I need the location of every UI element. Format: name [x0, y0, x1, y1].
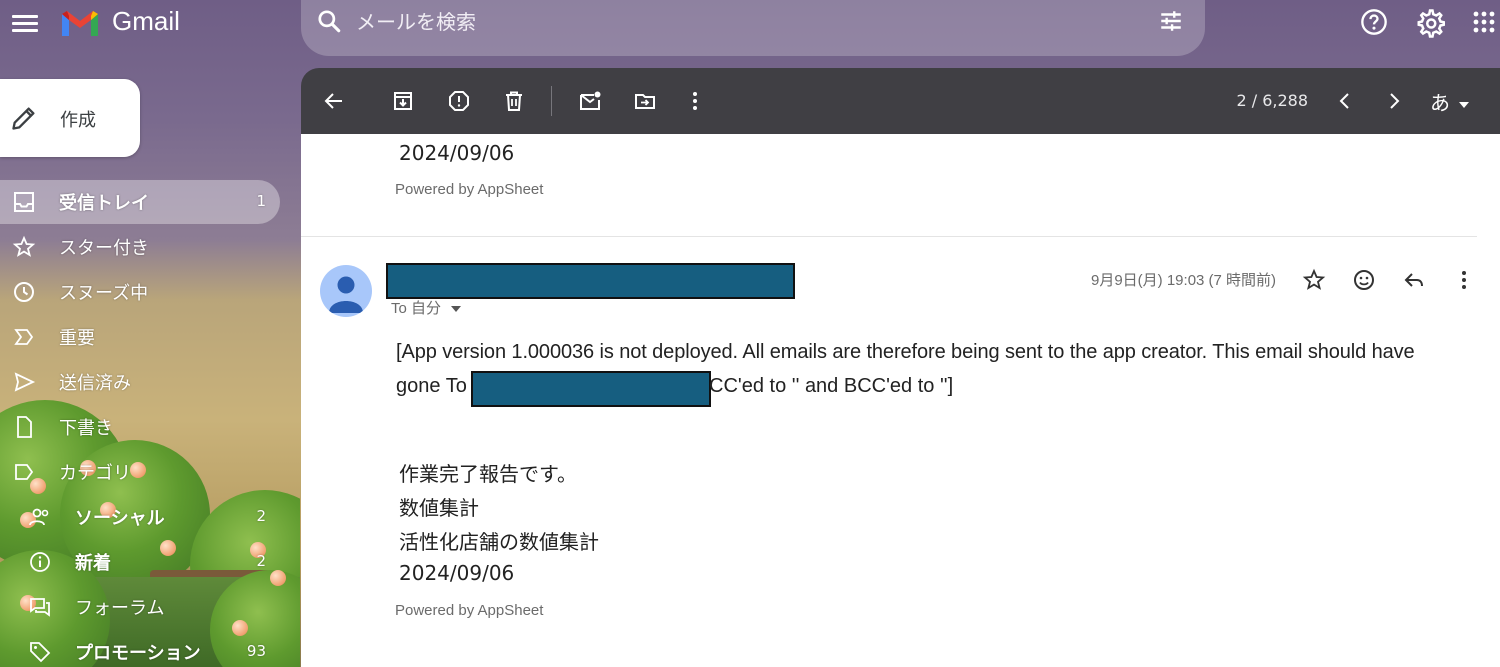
input-tools-label: あ — [1430, 91, 1450, 115]
inbox-icon — [14, 192, 34, 212]
sidebar-item-label: カテゴリ — [59, 463, 131, 484]
person-icon — [329, 276, 363, 313]
sidebar-item-label: フォーラム — [75, 598, 165, 619]
unread-count: 1 — [256, 192, 266, 210]
avatar[interactable] — [320, 265, 372, 317]
sidebar-item-label: プロモーション — [75, 643, 201, 664]
sidebar-item-label: 送信済み — [59, 373, 131, 394]
sidebar-item-label: スヌーズ中 — [59, 283, 149, 304]
redacted-recipient — [471, 371, 711, 407]
filter-icon[interactable] — [1158, 8, 1184, 34]
more-vert-icon[interactable] — [1452, 268, 1476, 292]
search-input[interactable] — [356, 8, 1116, 36]
apps-icon[interactable] — [1472, 10, 1496, 34]
mark-unread-icon[interactable] — [578, 89, 602, 113]
compose-label: 作成 — [60, 110, 96, 131]
emoji-icon[interactable] — [1352, 268, 1376, 292]
move-to-icon[interactable] — [633, 89, 657, 113]
sidebar-item-label: 重要 — [59, 328, 95, 349]
info-icon — [30, 552, 50, 572]
delete-icon[interactable] — [502, 89, 526, 113]
body-line-1: [App version 1.000036 is not deployed. A… — [396, 341, 1415, 363]
unread-count: 2 — [256, 552, 266, 570]
label-icon — [15, 464, 34, 480]
chevron-left-icon[interactable] — [1333, 89, 1357, 113]
search-icon[interactable] — [316, 8, 342, 34]
caret-down-icon — [451, 305, 462, 312]
sidebar-item-categories[interactable]: カテゴリ — [0, 450, 300, 494]
body-line-2-prefix: gone To — [396, 375, 467, 397]
message-footer: Powered by AppSheet — [395, 602, 544, 619]
toolbar-divider — [551, 86, 552, 116]
prev-message-footer: Powered by AppSheet — [395, 181, 544, 198]
reply-icon[interactable] — [1402, 268, 1426, 292]
sidebar-item-label: スター付き — [59, 238, 149, 259]
sidebar-item-important[interactable]: 重要 — [0, 315, 300, 359]
pagination-text: 2 / 6,288 — [1236, 91, 1308, 110]
star-icon — [12, 235, 36, 257]
send-icon — [14, 372, 36, 392]
to-line: To 自分 — [391, 300, 442, 317]
sidebar-item-label: 新着 — [75, 553, 111, 574]
pencil-icon — [12, 107, 35, 130]
redacted-sender — [386, 263, 795, 299]
body-text: 活性化店舗の数値集計 — [399, 530, 599, 554]
report-spam-icon[interactable] — [447, 89, 471, 113]
back-arrow-icon[interactable] — [322, 89, 346, 113]
body-text: 作業完了報告です。 — [399, 462, 577, 486]
input-tools-button[interactable]: あ — [1430, 87, 1470, 116]
menu-icon[interactable] — [12, 12, 38, 34]
clock-icon — [14, 282, 34, 302]
app-title: Gmail — [112, 6, 180, 36]
archive-icon[interactable] — [391, 89, 415, 113]
sidebar-item-updates[interactable]: 新着 2 — [0, 540, 300, 584]
draft-icon — [17, 416, 32, 438]
sidebar-item-social[interactable]: ソーシャル 2 — [0, 495, 300, 539]
body-date: 2024/09/06 — [399, 561, 515, 585]
body-line-2-suffix: CC'ed to '' and BCC'ed to ''] — [709, 375, 954, 397]
prev-message-date: 2024/09/06 — [399, 141, 515, 165]
more-vert-icon[interactable] — [683, 89, 707, 113]
tag-icon — [30, 642, 51, 663]
body-text: 数値集計 — [399, 496, 479, 520]
sidebar-item-starred[interactable]: スター付き — [0, 225, 300, 269]
sidebar-item-forums[interactable]: フォーラム — [0, 585, 300, 629]
sidebar-item-drafts[interactable]: 下書き — [0, 405, 300, 449]
unread-count: 93 — [246, 642, 266, 660]
sidebar-item-sent[interactable]: 送信済み — [0, 360, 300, 404]
message-timestamp: 9月9日(月) 19:03 (7 時間前) — [1091, 272, 1277, 289]
caret-down-icon — [1459, 101, 1470, 108]
sidebar-item-label: 下書き — [59, 418, 113, 439]
sidebar-item-inbox[interactable]: 受信トレイ 1 — [0, 180, 280, 224]
gmail-logo[interactable] — [60, 6, 100, 40]
sidebar-item-promotions[interactable]: プロモーション 93 — [0, 630, 300, 667]
chevron-right-icon[interactable] — [1382, 89, 1406, 113]
sidebar-item-snoozed[interactable]: スヌーズ中 — [0, 270, 300, 314]
message-divider — [301, 236, 1477, 237]
people-icon — [29, 508, 49, 526]
important-icon — [14, 329, 34, 345]
compose-button[interactable]: 作成 — [0, 79, 140, 157]
recipient-details-toggle[interactable]: To 自分 — [391, 297, 462, 317]
gear-icon[interactable] — [1415, 8, 1445, 38]
sidebar-item-label: ソーシャル — [75, 508, 165, 529]
forum-icon — [30, 598, 50, 617]
unread-count: 2 — [256, 507, 266, 525]
help-icon[interactable] — [1360, 8, 1388, 36]
star-icon[interactable] — [1302, 268, 1326, 292]
sidebar-item-label: 受信トレイ — [59, 193, 149, 214]
message-toolbar — [301, 68, 1500, 134]
